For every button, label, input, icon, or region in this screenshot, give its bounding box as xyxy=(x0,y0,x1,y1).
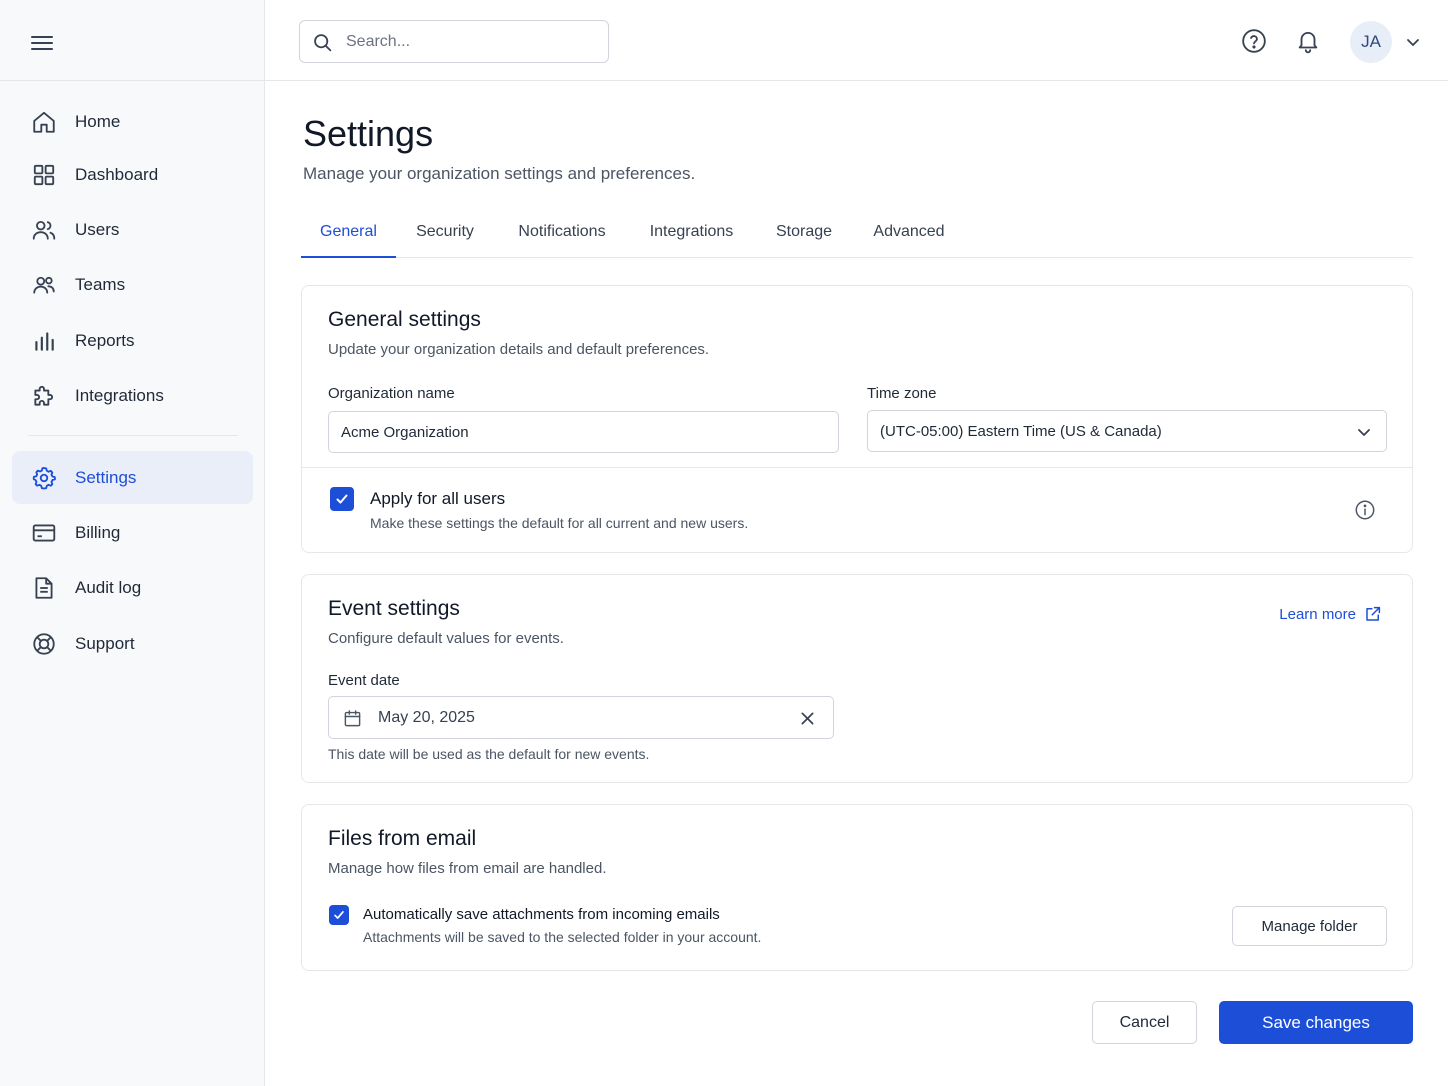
auto-save-description: Attachments will be saved to the selecte… xyxy=(363,929,762,945)
avatar[interactable]: JA xyxy=(1350,21,1392,63)
external-link-icon xyxy=(1364,605,1382,623)
timezone-value: (UTC-05:00) Eastern Time (US & Canada) xyxy=(880,423,1162,440)
sidebar-item-label: Support xyxy=(75,633,135,653)
sidebar-item-label: Home xyxy=(75,111,121,131)
settings-tabs: General Security Notifications Integrati… xyxy=(301,205,1413,258)
event-date-hint: This date will be used as the default fo… xyxy=(328,746,650,762)
org-name-field[interactable] xyxy=(328,411,839,453)
sidebar-item-support[interactable]: Support xyxy=(12,617,253,670)
sidebar-item-home[interactable]: Home xyxy=(12,95,253,148)
search-box xyxy=(299,20,609,63)
sidebar-item-label: Settings xyxy=(75,467,137,487)
page-subtitle: Manage your organization settings and pr… xyxy=(303,164,696,183)
chevron-down-icon xyxy=(1356,424,1372,440)
hamburger-menu-icon[interactable] xyxy=(28,29,56,57)
search-icon xyxy=(312,32,333,53)
learn-more-label: Learn more xyxy=(1279,605,1356,623)
card-description: Configure default values for events. xyxy=(328,630,564,647)
close-icon[interactable] xyxy=(800,711,815,726)
sidebar-item-settings[interactable]: Settings xyxy=(12,451,253,504)
gear-icon xyxy=(31,465,57,491)
tab-security[interactable]: Security xyxy=(403,205,487,258)
sidebar-item-label: Audit log xyxy=(75,577,142,597)
lifebuoy-icon xyxy=(31,631,57,657)
event-settings-card: Event settings Configure default values … xyxy=(301,574,1413,783)
sidebar-item-users[interactable]: Users xyxy=(12,203,253,256)
topbar: JA xyxy=(265,0,1448,81)
sidebar-item-integrations[interactable]: Integrations xyxy=(12,369,253,422)
card-description: Update your organization details and def… xyxy=(328,341,710,358)
sidebar-item-audit-log[interactable]: Audit log xyxy=(12,561,253,614)
card-title: Files from email xyxy=(328,827,477,850)
cancel-button[interactable]: Cancel xyxy=(1092,1001,1197,1044)
save-button[interactable]: Save changes xyxy=(1219,1001,1413,1044)
info-icon[interactable] xyxy=(1354,499,1376,521)
dashboard-icon xyxy=(31,162,57,188)
sidebar-item-label: Users xyxy=(75,219,120,239)
home-icon xyxy=(31,109,57,135)
calendar-icon xyxy=(343,709,362,728)
card-title: Event settings xyxy=(328,597,460,620)
sidebar-divider xyxy=(28,435,238,436)
files-from-email-card: Files from email Manage how files from e… xyxy=(301,804,1413,971)
timezone-label: Time zone xyxy=(867,385,937,402)
sidebar-item-label: Teams xyxy=(75,274,126,294)
users-icon xyxy=(31,217,57,243)
sidebar-header xyxy=(0,0,264,81)
sidebar: Home Dashboard Users Teams Reports Integ… xyxy=(0,0,265,1086)
sidebar-item-teams[interactable]: Teams xyxy=(12,258,253,311)
search-input[interactable] xyxy=(346,21,596,62)
sidebar-item-label: Integrations xyxy=(75,385,164,405)
tab-notifications[interactable]: Notifications xyxy=(506,205,618,258)
auto-save-title: Automatically save attachments from inco… xyxy=(363,906,720,923)
chevron-down-icon[interactable] xyxy=(1405,34,1421,50)
sidebar-item-label: Reports xyxy=(75,330,135,350)
card-description: Manage how files from email are handled. xyxy=(328,860,607,877)
help-icon[interactable] xyxy=(1241,28,1267,54)
page-title: Settings xyxy=(303,113,434,154)
tab-storage[interactable]: Storage xyxy=(765,205,843,258)
bell-icon[interactable] xyxy=(1295,28,1321,54)
check-icon xyxy=(334,911,344,919)
org-name-label: Organization name xyxy=(328,385,455,402)
event-date-field[interactable]: May 20, 2025 xyxy=(328,696,834,739)
apply-all-title: Apply for all users xyxy=(370,489,506,508)
manage-folder-button[interactable]: Manage folder xyxy=(1232,906,1387,946)
card-divider xyxy=(302,467,1412,468)
teams-icon xyxy=(31,272,57,298)
sidebar-item-billing[interactable]: Billing xyxy=(12,506,253,559)
sidebar-item-label: Billing xyxy=(75,522,121,542)
sidebar-item-reports[interactable]: Reports xyxy=(12,314,253,367)
sidebar-item-dashboard[interactable]: Dashboard xyxy=(12,148,253,201)
card-title: General settings xyxy=(328,308,481,331)
timezone-select[interactable]: (UTC-05:00) Eastern Time (US & Canada) xyxy=(867,410,1387,452)
document-icon xyxy=(31,575,57,601)
event-date-label: Event date xyxy=(328,672,400,689)
credit-card-icon xyxy=(31,520,57,546)
tab-general[interactable]: General xyxy=(301,205,396,258)
general-settings-card: General settings Update your organizatio… xyxy=(301,285,1413,553)
auto-save-checkbox[interactable] xyxy=(329,905,349,925)
check-icon xyxy=(336,494,348,504)
apply-all-checkbox[interactable] xyxy=(330,487,354,511)
puzzle-icon xyxy=(31,383,57,409)
tab-advanced[interactable]: Advanced xyxy=(863,205,955,258)
bar-chart-icon xyxy=(31,328,57,354)
learn-more-link[interactable]: Learn more xyxy=(1279,605,1382,623)
apply-all-description: Make these settings the default for all … xyxy=(370,515,749,531)
event-date-value: May 20, 2025 xyxy=(378,709,475,726)
sidebar-item-label: Dashboard xyxy=(75,164,159,184)
tab-integrations[interactable]: Integrations xyxy=(638,205,745,258)
